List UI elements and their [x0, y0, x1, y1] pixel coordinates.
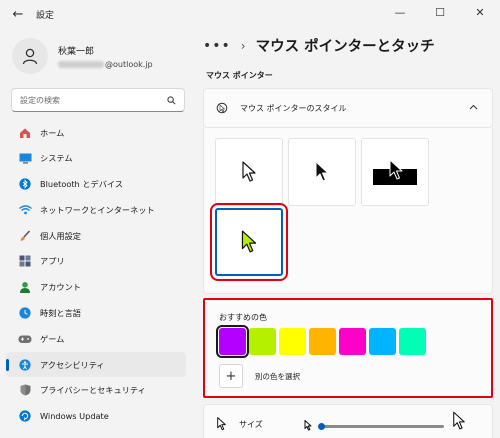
color-swatches	[216, 325, 426, 358]
add-color-button[interactable]: +	[219, 364, 243, 388]
pointer-style-custom[interactable]	[210, 203, 288, 281]
sidebar-item-label: Windows Update	[40, 411, 109, 422]
section-heading: マウス ポインター	[206, 71, 273, 80]
size-label: サイズ	[239, 419, 263, 429]
update-icon	[18, 409, 32, 423]
custom-color-cursor-icon	[241, 230, 257, 253]
sidebar-item-accessibility[interactable]: アクセシビリティ	[6, 352, 186, 378]
time-language-icon	[18, 306, 32, 320]
home-icon	[18, 126, 32, 140]
black-cursor-icon	[315, 161, 329, 182]
breadcrumb-more-button[interactable]: •••	[203, 38, 231, 54]
avatar	[12, 38, 48, 74]
sidebar-item-shield[interactable]: プライバシーとセキュリティ	[6, 378, 186, 403]
user-email: @outlook.jp	[58, 60, 153, 69]
sidebar-item-account[interactable]: アカウント	[6, 275, 186, 300]
pointer-style-black[interactable]	[288, 138, 356, 206]
brush-icon	[18, 229, 32, 243]
sidebar-item-label: ホーム	[40, 127, 65, 138]
sidebar-item-label: ゲーム	[40, 333, 65, 344]
size-cursor-icon	[217, 417, 226, 431]
accessibility-icon	[18, 358, 32, 372]
color-swatch[interactable]	[249, 328, 276, 355]
title-bar: ← 設定 — ☐ ✕	[0, 0, 500, 28]
sidebar-item-update[interactable]: Windows Update	[6, 404, 186, 429]
user-profile[interactable]: 秋葉一郎 @outlook.jp	[12, 36, 192, 76]
back-button[interactable]: ←	[6, 2, 30, 26]
sidebar-item-label: アクセシビリティ	[40, 359, 105, 370]
recommended-colors-label: おすすめの色	[219, 313, 267, 322]
account-icon	[18, 280, 32, 294]
sidebar-item-brush[interactable]: 個人用設定	[6, 223, 186, 248]
color-swatch[interactable]	[216, 325, 249, 358]
minimize-button[interactable]: —	[380, 0, 420, 24]
chevron-up-icon[interactable]	[469, 103, 478, 113]
bluetooth-icon	[18, 177, 32, 191]
pointer-style-inverted[interactable]	[361, 138, 429, 206]
sidebar-item-game[interactable]: ゲーム	[6, 326, 186, 351]
plus-icon: +	[225, 368, 237, 384]
sidebar-item-bluetooth[interactable]: Bluetooth とデバイス	[6, 172, 186, 197]
slider-track[interactable]	[322, 425, 444, 428]
color-swatch[interactable]	[279, 328, 306, 355]
large-cursor-icon	[453, 411, 465, 430]
pointer-style-icon	[216, 102, 228, 114]
sidebar-item-network[interactable]: ネットワークとインターネット	[6, 197, 186, 222]
close-icon: ✕	[475, 5, 485, 19]
pointer-style-label: マウス ポインターのスタイル	[240, 103, 347, 113]
pointer-style-expander[interactable]: マウス ポインターのスタイル	[203, 88, 493, 128]
user-name: 秋葉一郎	[58, 46, 95, 57]
page-title: マウス ポインターとタッチ	[255, 39, 435, 55]
window-title: 設定	[36, 10, 55, 21]
sidebar-item-label: アプリ	[40, 256, 65, 267]
sidebar-item-apps[interactable]: アプリ	[6, 249, 186, 274]
person-icon	[22, 48, 38, 65]
sidebar-item-label: プライバシーとセキュリティ	[40, 385, 146, 396]
size-setting: サイズ	[203, 404, 493, 438]
recommended-colors-panel: おすすめの色 + 別の色を選択	[203, 298, 493, 398]
network-icon	[18, 203, 32, 217]
email-redaction	[58, 60, 104, 68]
search-box[interactable]: 設定の検索	[11, 88, 185, 112]
pointer-style-panel	[203, 128, 493, 294]
sidebar-item-label: Bluetooth とデバイス	[40, 179, 124, 190]
size-slider[interactable]	[304, 411, 465, 434]
sidebar-item-home[interactable]: ホーム	[6, 120, 186, 145]
color-swatch[interactable]	[399, 328, 426, 355]
sidebar-item-label: アカウント	[40, 282, 81, 293]
breadcrumb: ••• › マウス ポインターとタッチ	[203, 35, 435, 56]
game-icon	[18, 332, 32, 346]
pick-custom-color-label: 別の色を選択	[255, 371, 300, 381]
inverted-cursor-icon	[373, 159, 417, 185]
pick-custom-color[interactable]: + 別の色を選択	[219, 364, 300, 388]
minimize-icon: —	[394, 5, 406, 19]
sidebar-item-system[interactable]: システム	[6, 146, 186, 171]
sidebar-item-label: 個人用設定	[40, 230, 81, 241]
maximize-button[interactable]: ☐	[420, 0, 460, 24]
close-button[interactable]: ✕	[460, 0, 500, 24]
apps-icon	[18, 254, 32, 268]
pointer-style-white[interactable]	[215, 138, 283, 206]
chevron-right-icon: ›	[240, 38, 246, 53]
sidebar-item-label: 時刻と言語	[40, 308, 81, 319]
back-arrow-icon: ←	[12, 6, 24, 22]
small-cursor-icon	[304, 420, 312, 431]
shield-icon	[18, 383, 32, 397]
search-icon	[167, 95, 176, 104]
sidebar-item-time-language[interactable]: 時刻と言語	[6, 301, 186, 326]
maximize-icon: ☐	[435, 5, 445, 19]
color-swatch[interactable]	[309, 328, 336, 355]
sidebar-nav: ホームシステム Bluetooth とデバイスネットワークとインターネット 個人用設…	[6, 120, 186, 430]
color-swatch[interactable]	[339, 328, 366, 355]
white-cursor-icon	[242, 161, 256, 182]
system-icon	[18, 151, 32, 165]
slider-thumb[interactable]	[318, 423, 325, 430]
sidebar-item-label: システム	[40, 153, 73, 164]
search-input[interactable]: 設定の検索	[20, 95, 167, 106]
sidebar-item-label: ネットワークとインターネット	[40, 204, 155, 215]
color-swatch[interactable]	[369, 328, 396, 355]
